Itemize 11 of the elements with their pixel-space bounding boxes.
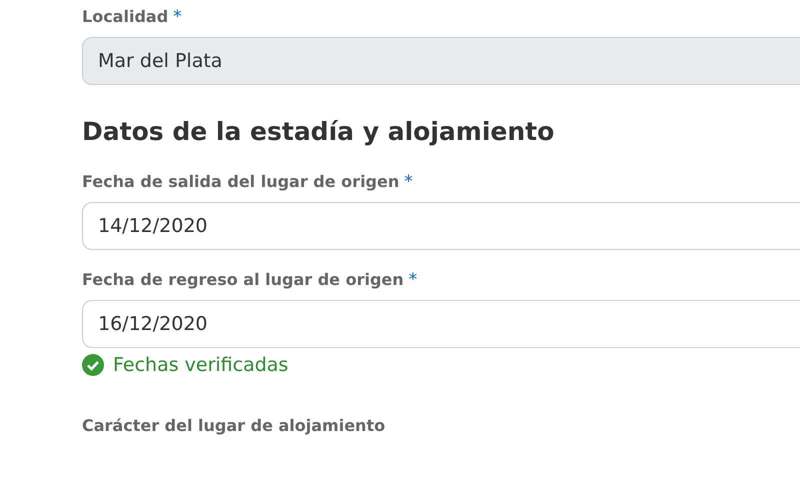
field-label: Fecha de salida del lugar de origen: [82, 172, 400, 191]
required-mark: *: [404, 172, 413, 192]
field-label: Localidad: [82, 7, 168, 26]
text-field[interactable]: 16/12/2020: [82, 300, 800, 348]
validation-message: Fechas verificadas: [113, 354, 288, 376]
required-mark: *: [408, 270, 418, 290]
section-heading: Datos de la estadía y alojamiento: [82, 117, 556, 146]
required-mark: *: [173, 7, 182, 27]
text-field[interactable]: 14/12/2020: [82, 202, 800, 250]
field-label: Fecha de regreso al lugar de origen: [82, 270, 404, 289]
field-label: Carácter del lugar de alojamiento: [82, 416, 386, 435]
